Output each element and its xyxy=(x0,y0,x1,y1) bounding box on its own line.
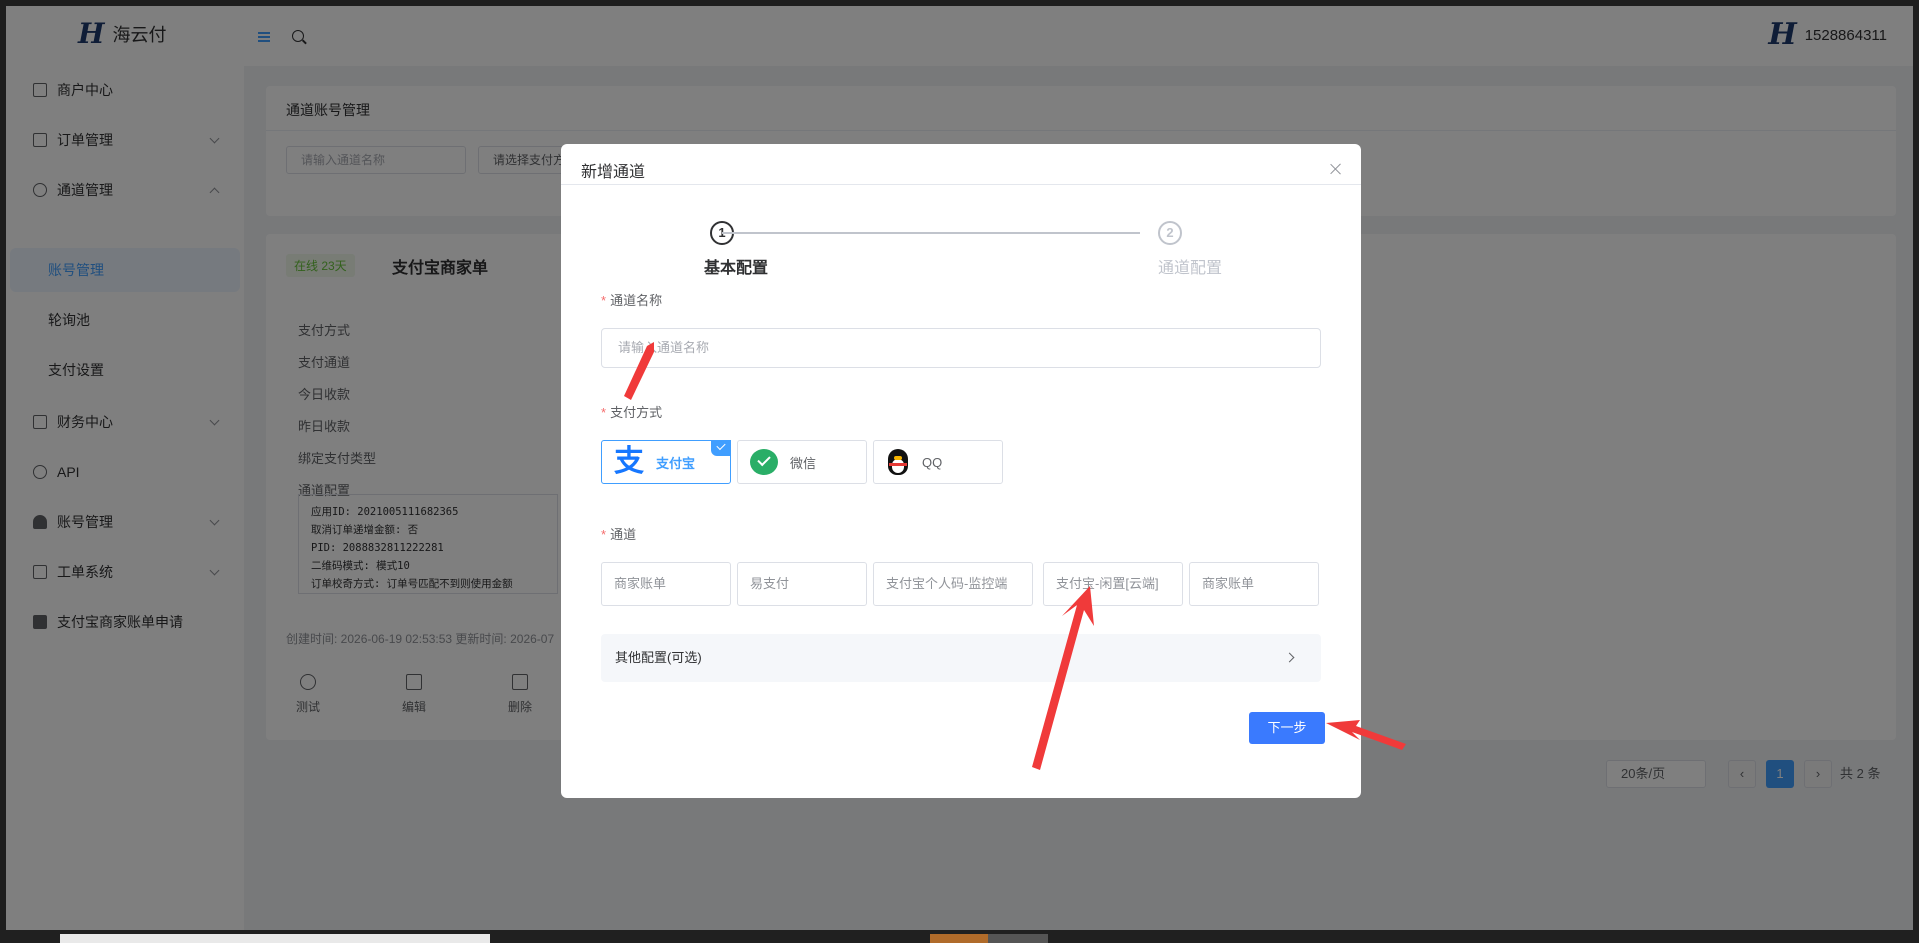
other-config-label: 其他配置(可选) xyxy=(615,650,702,665)
channel-option[interactable]: 商家账单 xyxy=(1189,562,1319,606)
taskbar xyxy=(0,930,1919,943)
wechat-icon xyxy=(750,449,778,475)
pay-option-label: 微信 xyxy=(790,455,817,471)
add-channel-dialog: 新增通道 1 2 基本配置 通道配置 *通道名称 请输入通道名称 *支付方式 支… xyxy=(561,144,1361,798)
pay-option-label: 支付宝 xyxy=(656,455,696,471)
step-1-title: 基本配置 xyxy=(704,260,769,277)
next-step-button[interactable]: 下一步 xyxy=(1249,712,1325,744)
step-2-icon: 2 xyxy=(1158,221,1182,245)
channel-option[interactable]: 支付宝个人码-监控端 xyxy=(873,562,1033,606)
pay-option-alipay[interactable]: 支 支付宝 xyxy=(601,440,731,484)
channel-option[interactable]: 易支付 xyxy=(737,562,867,606)
qq-icon xyxy=(886,447,910,477)
pay-option-wechat[interactable]: 微信 xyxy=(737,440,867,484)
channel-option[interactable]: 支付宝-闲置[云端] xyxy=(1043,562,1183,606)
step-2-title: 通道配置 xyxy=(1158,260,1223,277)
channel-name-input[interactable]: 请输入通道名称 xyxy=(601,328,1321,368)
checkmark-icon xyxy=(711,440,731,456)
channel-option[interactable]: 商家账单 xyxy=(601,562,731,606)
pay-method-label: * 支付方式 xyxy=(601,405,663,420)
step-connector xyxy=(722,232,1140,234)
channel-label: * 通道 xyxy=(601,527,637,542)
pay-option-label: QQ xyxy=(922,454,943,470)
close-icon[interactable] xyxy=(1329,162,1343,176)
channel-name-label: * 通道名称 xyxy=(601,293,663,308)
dialog-title: 新增通道 xyxy=(581,164,646,181)
app-window: H 海云付 H 1528864311 商户中心 订单管理 通道管理 账号管理 xyxy=(6,6,1913,930)
other-config-row[interactable]: 其他配置(可选) xyxy=(601,634,1321,682)
alipay-icon: 支 xyxy=(614,444,644,479)
chevron-right-icon xyxy=(1284,652,1295,663)
pay-option-qq[interactable]: QQ xyxy=(873,440,1003,484)
